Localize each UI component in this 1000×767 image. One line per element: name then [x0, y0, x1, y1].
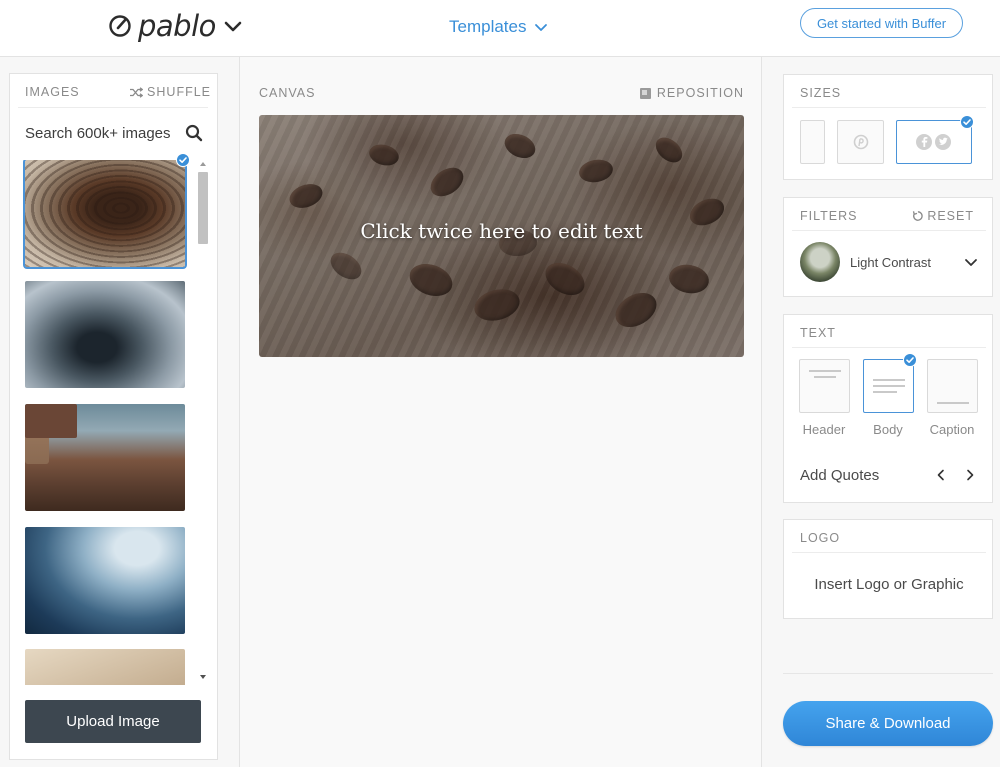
logo-panel: LOGO Insert Logo or Graphic [783, 519, 993, 619]
divider [18, 107, 208, 108]
canvas-label: CANVAS [259, 86, 316, 100]
canvas-image-detail [325, 247, 367, 285]
text-style-caption[interactable] [927, 359, 978, 413]
style-preview-line [814, 376, 836, 378]
shuffle-icon [130, 86, 144, 98]
top-bar: pablo Templates Get started with Buffer [0, 0, 1000, 57]
chevron-left-icon[interactable] [935, 469, 947, 481]
divider [792, 552, 986, 553]
check-badge-icon [960, 115, 974, 129]
canvas-panel: CANVAS REPOSITION Click twice here to ed… [239, 57, 762, 767]
add-quotes-button[interactable]: Add Quotes [800, 467, 879, 484]
scrollbar-thumb[interactable] [198, 172, 208, 244]
image-thumbnail-coffee-beans[interactable] [23, 160, 187, 269]
images-panel: IMAGES SHUFFLE Search 600k+ images Uploa… [9, 73, 218, 760]
reset-icon [913, 211, 924, 221]
sizes-label: SIZES [800, 86, 842, 100]
chevron-down-icon [965, 259, 977, 266]
text-label: TEXT [800, 326, 836, 340]
images-label: IMAGES [25, 85, 80, 99]
size-option-square[interactable] [837, 120, 884, 164]
image-thumbnail-wheat[interactable] [25, 649, 185, 685]
templates-dropdown[interactable]: Templates [449, 17, 548, 37]
share-download-button[interactable]: Share & Download [783, 701, 993, 746]
design-canvas[interactable]: Click twice here to edit text [259, 115, 744, 357]
check-badge-icon [176, 153, 190, 167]
canvas-image-detail [286, 179, 326, 213]
text-style-header[interactable] [799, 359, 850, 413]
logo-text: pablo [138, 9, 216, 43]
filters-panel: FILTERS RESET Light Contrast [783, 197, 993, 297]
canvas-image-detail [539, 256, 591, 302]
style-preview-line [937, 402, 969, 404]
image-thumbnail-coffee-cup[interactable] [25, 404, 185, 511]
pablo-logo[interactable]: pablo [108, 9, 243, 43]
divider [792, 347, 986, 348]
image-search [25, 122, 203, 144]
divider [783, 673, 993, 674]
canvas-image-detail [405, 258, 457, 302]
canvas-text[interactable]: Click twice here to edit text [259, 219, 744, 243]
canvas-header: CANVAS REPOSITION [259, 86, 744, 100]
canvas-image-detail [366, 141, 402, 169]
pablo-logo-icon [109, 15, 131, 37]
upload-image-button[interactable]: Upload Image [25, 700, 201, 743]
divider [792, 107, 986, 108]
image-thumbnail-list [10, 160, 219, 685]
reset-label: RESET [927, 209, 974, 223]
chevron-down-icon [535, 24, 548, 31]
canvas-image-detail [470, 284, 524, 326]
style-preview-line [873, 391, 897, 393]
style-preview-line [873, 385, 905, 387]
logo-label: LOGO [800, 531, 841, 545]
size-option-tall[interactable] [800, 120, 825, 164]
canvas-image-detail [500, 129, 540, 163]
reposition-icon [639, 87, 651, 99]
canvas-image-detail [609, 286, 663, 334]
pinterest-icon [853, 134, 868, 150]
get-started-buffer-button[interactable]: Get started with Buffer [800, 8, 963, 38]
insert-logo-button[interactable]: Insert Logo or Graphic [784, 576, 994, 593]
chevron-down-icon [224, 21, 242, 32]
canvas-image-detail [577, 157, 615, 185]
text-style-caption-label: Caption [929, 422, 975, 437]
reposition-button[interactable]: REPOSITION [639, 86, 744, 100]
style-preview-line [809, 370, 841, 372]
images-panel-header: IMAGES SHUFFLE [25, 85, 211, 99]
filter-select[interactable]: Light Contrast [800, 241, 978, 283]
text-style-header-label: Header [802, 422, 846, 437]
sizes-panel: SIZES [783, 74, 993, 180]
image-thumbnail-smoke[interactable] [25, 281, 185, 388]
scroll-up-icon[interactable] [199, 160, 207, 168]
reset-filter-button[interactable]: RESET [912, 209, 974, 223]
shuffle-button[interactable]: SHUFFLE [130, 85, 211, 99]
search-icon[interactable] [185, 124, 203, 142]
text-style-body[interactable] [863, 359, 914, 413]
text-style-body-label: Body [873, 422, 903, 437]
canvas-image-detail [651, 132, 687, 168]
canvas-image-detail [666, 261, 712, 297]
chevron-right-icon[interactable] [964, 469, 976, 481]
scroll-down-icon[interactable] [199, 673, 207, 681]
divider [792, 230, 986, 231]
selected-filter-name: Light Contrast [850, 254, 931, 270]
image-thumbnail-clouds[interactable] [25, 527, 185, 634]
style-preview-line [873, 379, 905, 381]
check-badge-icon [903, 353, 917, 367]
shuffle-label: SHUFFLE [147, 85, 211, 99]
image-search-input[interactable] [25, 124, 175, 142]
canvas-image-detail [425, 161, 469, 203]
filters-label: FILTERS [800, 209, 858, 223]
facebook-icon [916, 134, 951, 150]
images-scrollbar[interactable] [198, 160, 208, 685]
templates-label: Templates [449, 17, 527, 36]
filter-preview-thumbnail [800, 242, 840, 282]
reposition-label: REPOSITION [656, 86, 744, 100]
text-panel: TEXT Header Body Caption Add Quotes [783, 314, 993, 503]
